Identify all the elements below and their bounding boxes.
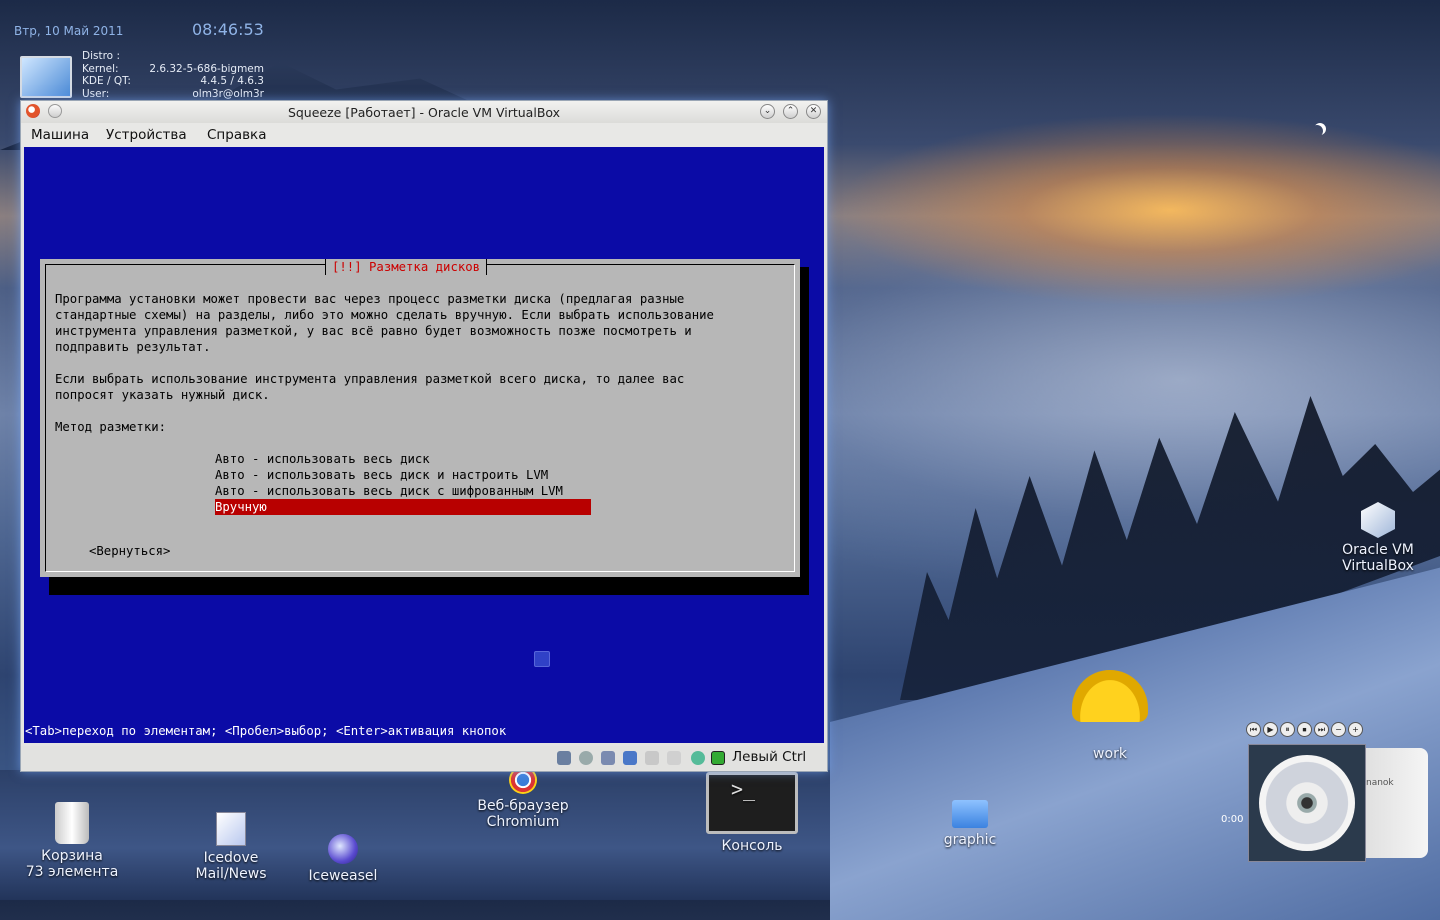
partition-dialog: [!!] Разметка дисков Программа установки… <box>40 259 800 577</box>
vm-screen[interactable]: [!!] Разметка дисков Программа установки… <box>24 147 824 743</box>
desktop-icon-sublabel: Mail/News <box>195 866 267 882</box>
moon-icon <box>1311 125 1323 137</box>
virtualbox-icon <box>1361 502 1395 538</box>
album-back-cover: nanok <box>1356 748 1428 858</box>
paragraph-line: Если выбрать использование инструмента у… <box>55 372 685 386</box>
iceweasel-icon <box>328 834 358 864</box>
next-icon[interactable]: ⏭ <box>1314 722 1329 737</box>
desktop-icon-icedove[interactable]: Icedove Mail/News <box>186 812 276 882</box>
previous-icon[interactable]: ⏮ <box>1246 722 1261 737</box>
volume-down-icon[interactable]: − <box>1331 722 1346 737</box>
desktop-icon-iceweasel[interactable]: Iceweasel <box>298 834 388 884</box>
dialog-title: [!!] Разметка дисков <box>325 259 488 275</box>
desktop-icon-graphic[interactable]: graphic <box>930 800 1010 848</box>
paragraph-line: подправить результат. <box>55 340 211 354</box>
sysinfo-label: Distro : <box>82 50 120 62</box>
vm-statusbar: Левый Ctrl <box>21 746 827 770</box>
optical-drive-icon[interactable] <box>579 751 593 765</box>
trash-icon <box>55 802 89 844</box>
clock-date: Втр, 10 Май 2011 <box>14 24 124 38</box>
folder-icon <box>952 800 988 828</box>
virtualbox-window: Squeeze [Работает] - Oracle VM VirtualBo… <box>20 100 828 772</box>
menu-devices[interactable]: Устройства <box>106 127 187 143</box>
mail-icon <box>216 812 246 846</box>
album-cover[interactable] <box>1248 744 1366 862</box>
desktop-icon-label: graphic <box>943 832 997 848</box>
sysinfo-value: 4.4.5 / 4.6.3 <box>200 75 264 87</box>
mouse-integration-icon[interactable] <box>711 751 725 765</box>
sysinfo-label: KDE / QT: <box>82 75 131 87</box>
desktop-icon-label: Корзина <box>41 848 103 864</box>
monitor-icon <box>20 56 72 98</box>
desktop-icon-label: Веб-браузер <box>477 798 569 814</box>
desktop-icon-console[interactable]: >_ Консоль <box>700 772 804 854</box>
option-auto-whole-disk[interactable]: Авто - использовать весь диск <box>215 451 591 467</box>
desktop-icon-sublabel: VirtualBox <box>1342 558 1414 574</box>
paragraph-line: попросят указать нужный диск. <box>55 388 270 402</box>
desktop-icon-label: Icedove <box>203 850 259 866</box>
desktop-icon-chromium[interactable]: Веб-браузер Chromium <box>468 766 578 830</box>
network-icon[interactable] <box>623 751 637 765</box>
desktop-icon-virtualbox[interactable]: Oracle VM VirtualBox <box>1330 502 1426 574</box>
minimize-button[interactable]: ⌄ <box>760 104 775 119</box>
usb-icon[interactable] <box>601 751 615 765</box>
window-title: Squeeze [Работает] - Oracle VM VirtualBo… <box>287 105 561 120</box>
pause-icon[interactable]: ⏸ <box>1280 722 1295 737</box>
desktop-icon-sublabel: 73 элемента <box>25 864 119 880</box>
back-button[interactable]: <Вернуться> <box>89 543 170 559</box>
album-text: nanok <box>1366 778 1394 788</box>
desktop-icon-work[interactable]: work <box>1068 670 1152 762</box>
media-player-controls: ⏮ ▶ ⏸ ⏹ ⏭ − + <box>1246 722 1363 737</box>
clock-time: 08:46:53 <box>192 20 264 39</box>
option-auto-encrypted-lvm[interactable]: Авто - использовать весь диск с шифрован… <box>215 483 591 499</box>
hard-hat-icon <box>1072 670 1148 722</box>
close-button[interactable]: ✕ <box>806 104 821 119</box>
terminal-icon: >_ <box>706 772 798 834</box>
sysinfo-value: olm3r@olm3r <box>192 87 264 100</box>
sysinfo-label: User: <box>82 87 110 100</box>
host-key-label: Левый Ctrl <box>732 749 807 765</box>
desktop-icon-label: Iceweasel <box>308 868 378 884</box>
menu-machine[interactable]: Машина <box>31 127 89 143</box>
hard-disk-icon[interactable] <box>557 751 571 765</box>
menu-help[interactable]: Справка <box>207 127 266 143</box>
desktop-icon-label: work <box>1093 746 1127 762</box>
volume-up-icon[interactable]: + <box>1348 722 1363 737</box>
sysinfo-value: 2.6.32-5-686-bigmem <box>149 62 264 75</box>
desktop-icon-label: Oracle VM <box>1342 542 1414 558</box>
paragraph-line: инструмента управления разметкой, у вас … <box>55 324 692 338</box>
option-manual[interactable]: Вручную <box>215 499 591 515</box>
mouse-pointer-icon <box>534 651 550 667</box>
maximize-button[interactable]: ⌃ <box>783 104 798 119</box>
keyboard-hint: <Tab>переход по элементам; <Пробел>выбор… <box>25 724 507 738</box>
capture-icon[interactable] <box>667 751 681 765</box>
desktop-icon-label: Консоль <box>721 838 783 854</box>
virtualization-icon[interactable] <box>691 751 705 765</box>
option-auto-lvm[interactable]: Авто - использовать весь диск и настроит… <box>215 467 591 483</box>
paragraph-line: стандартные схемы) на разделы, либо это … <box>55 308 714 322</box>
menubar: Машина Устройства Справка <box>21 123 827 147</box>
window-titlebar[interactable]: Squeeze [Работает] - Oracle VM VirtualBo… <box>21 101 827 123</box>
system-info-widget: Distro : Kernel: 2.6.32-5-686-bigmem KDE … <box>82 50 264 100</box>
sysinfo-label: Kernel: <box>82 62 119 75</box>
cd-icon <box>1259 755 1355 851</box>
method-label: Метод разметки: <box>55 420 167 434</box>
player-time: 0:00 <box>1221 814 1244 825</box>
paragraph-line: Программа установки может провести вас ч… <box>55 292 685 306</box>
stop-icon[interactable]: ⏹ <box>1297 722 1312 737</box>
shared-folders-icon[interactable] <box>645 751 659 765</box>
desktop-icon-trash[interactable]: Корзина 73 элемента <box>24 802 120 880</box>
desktop-icon-sublabel: Chromium <box>486 814 560 830</box>
play-icon[interactable]: ▶ <box>1263 722 1278 737</box>
